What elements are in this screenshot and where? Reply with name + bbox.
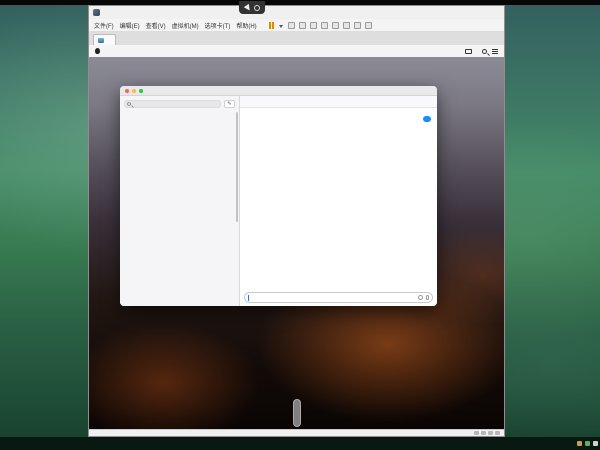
show-library-icon[interactable] <box>332 22 339 29</box>
cd-device-icon[interactable] <box>481 431 486 435</box>
vmware-menu-item[interactable]: 选项卡(T) <box>205 21 231 30</box>
display-status-icon[interactable] <box>465 49 472 54</box>
macos-menubar <box>89 45 504 57</box>
emoji-icon[interactable] <box>418 295 423 300</box>
delivery-status <box>240 122 437 123</box>
compose-button[interactable]: ✎ <box>224 100 235 108</box>
snapshot-manage-icon[interactable] <box>321 22 328 29</box>
hdd-device-icon[interactable] <box>474 431 479 435</box>
text-caret <box>248 295 249 301</box>
vm-viewport[interactable]: ✎ <box>89 45 504 429</box>
tray-icon-2[interactable] <box>585 441 590 446</box>
vmware-menu-item[interactable]: 帮助(H) <box>236 21 256 30</box>
minimize-button[interactable] <box>455 7 470 18</box>
vmware-menu-item[interactable]: 编辑(E) <box>120 21 140 30</box>
apple-menu-icon[interactable] <box>95 48 100 54</box>
vmware-menu-item[interactable]: 文件(F) <box>94 21 114 30</box>
pause-button[interactable] <box>269 22 275 29</box>
vmware-tabbar <box>89 32 504 45</box>
close-button[interactable] <box>485 7 500 18</box>
outgoing-message-bubble <box>423 116 431 122</box>
conversation-sidebar: ✎ <box>120 96 240 306</box>
microphone-icon[interactable] <box>426 295 429 300</box>
vmware-menu-item[interactable]: 虚拟机(M) <box>172 21 199 30</box>
traffic-close-button[interactable] <box>125 89 129 93</box>
conversation-pane <box>240 96 437 306</box>
notification-center-icon[interactable] <box>492 49 498 54</box>
vm-screen-icon <box>98 38 104 43</box>
vmware-menubar: 文件(F) 编辑(E) 查看(V) 虚拟机(M) 选项卡(T) 帮助(H) <box>89 19 504 32</box>
message-input-bar[interactable] <box>244 292 433 303</box>
console-view-icon[interactable] <box>343 22 350 29</box>
snapshot-take-icon[interactable] <box>299 22 306 29</box>
unity-mode-icon[interactable] <box>365 22 372 29</box>
sound-device-icon[interactable] <box>495 431 500 435</box>
conversation-list <box>120 110 239 306</box>
cursor-icon <box>243 3 251 11</box>
dropdown-caret[interactable] <box>279 22 284 29</box>
messages-titlebar[interactable] <box>120 86 437 96</box>
network-device-icon[interactable] <box>488 431 493 435</box>
system-tray <box>574 437 598 450</box>
vm-tab[interactable] <box>93 34 116 45</box>
vmware-titlebar <box>89 6 504 19</box>
snapshot-revert-icon[interactable] <box>310 22 317 29</box>
conversation-header <box>240 96 437 108</box>
search-field[interactable] <box>124 100 221 108</box>
spotlight-search-icon[interactable] <box>482 49 487 54</box>
traffic-zoom-button[interactable] <box>139 89 143 93</box>
tray-icon-1[interactable] <box>577 441 582 446</box>
send-ctrl-alt-del-icon[interactable] <box>288 22 295 29</box>
vm-device-icons <box>474 431 500 435</box>
search-icon <box>127 102 131 106</box>
fullscreen-icon[interactable] <box>354 22 361 29</box>
traffic-minimize-button[interactable] <box>132 89 136 93</box>
vmware-statusbar <box>89 429 504 436</box>
search-input[interactable] <box>134 101 220 107</box>
vmware-logo-icon <box>93 9 100 16</box>
message-input[interactable] <box>250 295 418 301</box>
vmware-toolbar <box>267 22 374 29</box>
list-scrollbar[interactable] <box>236 112 238 222</box>
tray-icon-3[interactable] <box>593 441 598 446</box>
vmware-menu-item[interactable]: 查看(V) <box>146 21 166 30</box>
vmware-window: 文件(F) 编辑(E) 查看(V) 虚拟机(M) 选项卡(T) 帮助(H) <box>88 5 505 437</box>
messages-window: ✎ <box>120 86 437 306</box>
gear-icon[interactable] <box>254 5 260 11</box>
message-thread[interactable] <box>240 108 437 288</box>
dock <box>293 399 301 427</box>
vmware-grab-toolbar[interactable] <box>239 1 265 14</box>
windows-taskbar <box>0 437 600 450</box>
maximize-button[interactable] <box>470 7 485 18</box>
